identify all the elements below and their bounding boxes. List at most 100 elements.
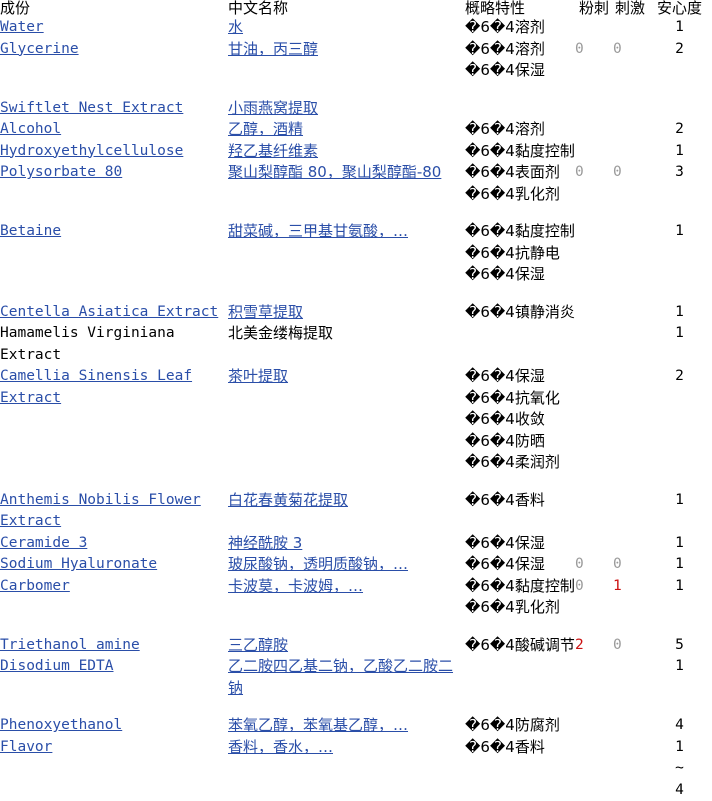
safety-rating-value: 1~4	[675, 737, 684, 801]
ingredient-table-page: 成份 中文名称 概略特性 粉刺 刺激 安心度 Water水�6�4溶剂1Glyc…	[0, 0, 712, 714]
replacement-char-icon: �6�4	[465, 265, 515, 283]
spacer-cell	[228, 699, 465, 715]
ingredient-text: Hamamelis Virginiana Extract	[0, 325, 175, 363]
ingredient-link[interactable]: Hydroxyethylcellulose	[0, 143, 183, 159]
cell-chinese-name: 茶叶提取	[228, 366, 465, 474]
ingredient-link[interactable]: Phenoxyethanol	[0, 717, 122, 733]
irritation-rating-value: 0	[613, 41, 622, 57]
table-row: Swiftlet Nest Extract 小雨燕窝提取	[0, 98, 712, 120]
chinese-name-link[interactable]: 三乙醇胺	[228, 636, 288, 654]
safety-rating-value: 1	[675, 304, 684, 320]
cell-ingredient: Camellia Sinensis Leaf Extract	[0, 366, 228, 474]
ingredient-link[interactable]: Carbomer	[0, 578, 70, 594]
chinese-name-link[interactable]: 积雪草提取	[228, 303, 303, 321]
ingredient-link[interactable]: Centella Asiatica Extract	[0, 304, 218, 320]
ingredient-link[interactable]: Betaine	[0, 223, 61, 239]
replacement-char-icon: �6�4	[465, 491, 515, 509]
replacement-char-icon: �6�4	[465, 40, 515, 58]
ingredient-link[interactable]: Sodium Hyaluronate	[0, 556, 157, 572]
cell-ingredient: Flavor	[0, 737, 228, 801]
spacer-cell	[0, 474, 228, 490]
chinese-name-link[interactable]: 白花春黄菊花提取	[228, 491, 348, 509]
cell-acne-rating: 0	[575, 39, 613, 82]
replacement-char-icon: �6�4	[465, 534, 515, 552]
cell-properties: �6�4黏度控制�6�4抗静电�6�4保湿	[465, 221, 575, 286]
property-item: �6�4收敛	[465, 409, 575, 431]
property-item: �6�4抗氧化	[465, 388, 575, 410]
cell-safety-rating: 2	[647, 119, 712, 141]
chinese-name-link[interactable]: 神经酰胺 3	[228, 534, 302, 552]
ingredient-link[interactable]: Alcohol	[0, 121, 61, 137]
cell-irritation-rating	[613, 490, 647, 533]
chinese-name-link[interactable]: 卡波莫，卡波姆，…	[228, 577, 363, 595]
spacer-cell	[613, 474, 647, 490]
ingredient-link[interactable]: Anthemis Nobilis Flower Extract	[0, 492, 201, 530]
cell-safety-rating: 3	[647, 162, 712, 205]
spacer-cell	[613, 286, 647, 302]
chinese-name-link[interactable]: 羟乙基纤维素	[228, 142, 318, 160]
cell-safety-rating: 1	[647, 656, 712, 699]
replacement-char-icon: �6�4	[465, 410, 515, 428]
property-label: 收敛	[515, 410, 545, 428]
replacement-char-icon: �6�4	[465, 738, 515, 756]
cell-chinese-name: 北美金缕梅提取	[228, 323, 465, 366]
row-spacer	[0, 286, 712, 302]
cell-irritation-rating	[613, 119, 647, 141]
property-label: 溶剂	[515, 18, 545, 36]
safety-rating-value: 4	[675, 717, 684, 733]
ingredient-link[interactable]: Disodium EDTA	[0, 658, 114, 674]
table-body: Water水�6�4溶剂1Glycerine甘油，丙三醇�6�4溶剂�6�4保湿…	[0, 17, 712, 801]
chinese-name-link[interactable]: 苯氧乙醇，苯氧基乙醇，…	[228, 716, 408, 734]
cell-chinese-name: 水	[228, 17, 465, 39]
acne-rating-value: 0	[575, 164, 584, 180]
chinese-name-link[interactable]: 茶叶提取	[228, 367, 288, 385]
property-item: �6�4溶剂	[465, 119, 575, 141]
chinese-name-link[interactable]: 乙醇，酒精	[228, 120, 303, 138]
property-label: 酸碱调节	[515, 636, 575, 654]
ingredient-link[interactable]: Water	[0, 19, 44, 35]
cell-safety-rating: 2	[647, 39, 712, 82]
spacer-cell	[575, 205, 613, 221]
property-item: �6�4保湿	[465, 533, 575, 555]
chinese-name-link[interactable]: 甜菜碱，三甲基甘氨酸，…	[228, 222, 408, 240]
ingredient-link[interactable]: Glycerine	[0, 41, 79, 57]
cell-ingredient: Carbomer	[0, 576, 228, 619]
ingredient-link[interactable]: Triethanol amine	[0, 637, 140, 653]
property-item: �6�4表面剂	[465, 162, 575, 184]
chinese-name-link[interactable]: 聚山梨醇酯 80，聚山梨醇酯-80	[228, 163, 441, 181]
property-label: 保湿	[515, 555, 545, 573]
chinese-name-link[interactable]: 玻尿酸钠，透明质酸钠，…	[228, 555, 408, 573]
chinese-name-link[interactable]: 乙二胺四乙基二钠，乙酸乙二胺二钠	[228, 657, 453, 697]
chinese-name-link[interactable]: 小雨燕窝提取	[228, 99, 318, 117]
spacer-cell	[0, 82, 228, 98]
property-item: �6�4镇静消炎	[465, 302, 575, 324]
property-label: 防腐剂	[515, 716, 560, 734]
ingredient-link[interactable]: Camellia Sinensis Leaf Extract	[0, 368, 192, 406]
cell-ingredient: Betaine	[0, 221, 228, 286]
cell-properties: �6�4香料	[465, 737, 575, 801]
spacer-cell	[575, 82, 613, 98]
property-item: �6�4抗静电	[465, 243, 575, 265]
cell-ingredient: Swiftlet Nest Extract	[0, 98, 228, 120]
cell-chinese-name: 乙醇，酒精	[228, 119, 465, 141]
property-label: 保湿	[515, 534, 545, 552]
property-label: 香料	[515, 491, 545, 509]
ingredient-link[interactable]: Flavor	[0, 739, 52, 755]
chinese-name-link[interactable]: 香料，香水，…	[228, 738, 333, 756]
ingredient-link[interactable]: Ceramide 3	[0, 535, 87, 551]
cell-safety-rating: 1	[647, 17, 712, 39]
cell-safety-rating: 2	[647, 366, 712, 474]
replacement-char-icon: �6�4	[465, 185, 515, 203]
table-row: Centella Asiatica Extract 积雪草提取 �6�4镇静消炎 1	[0, 302, 712, 324]
table-row: Triethanol amine三乙醇胺�6�4酸碱调节205	[0, 635, 712, 657]
ingredient-link[interactable]: Swiftlet Nest Extract	[0, 100, 183, 116]
spacer-cell	[647, 699, 712, 715]
cell-properties: �6�4溶剂�6�4保湿	[465, 39, 575, 82]
ingredient-link[interactable]: Polysorbate 80	[0, 164, 122, 180]
spacer-cell	[647, 286, 712, 302]
chinese-name-link[interactable]: 甘油，丙三醇	[228, 40, 318, 58]
chinese-name-link[interactable]: 水	[228, 18, 243, 36]
property-item: �6�4黏度控制	[465, 141, 575, 163]
property-item: �6�4保湿	[465, 264, 575, 286]
cell-ingredient: Alcohol	[0, 119, 228, 141]
